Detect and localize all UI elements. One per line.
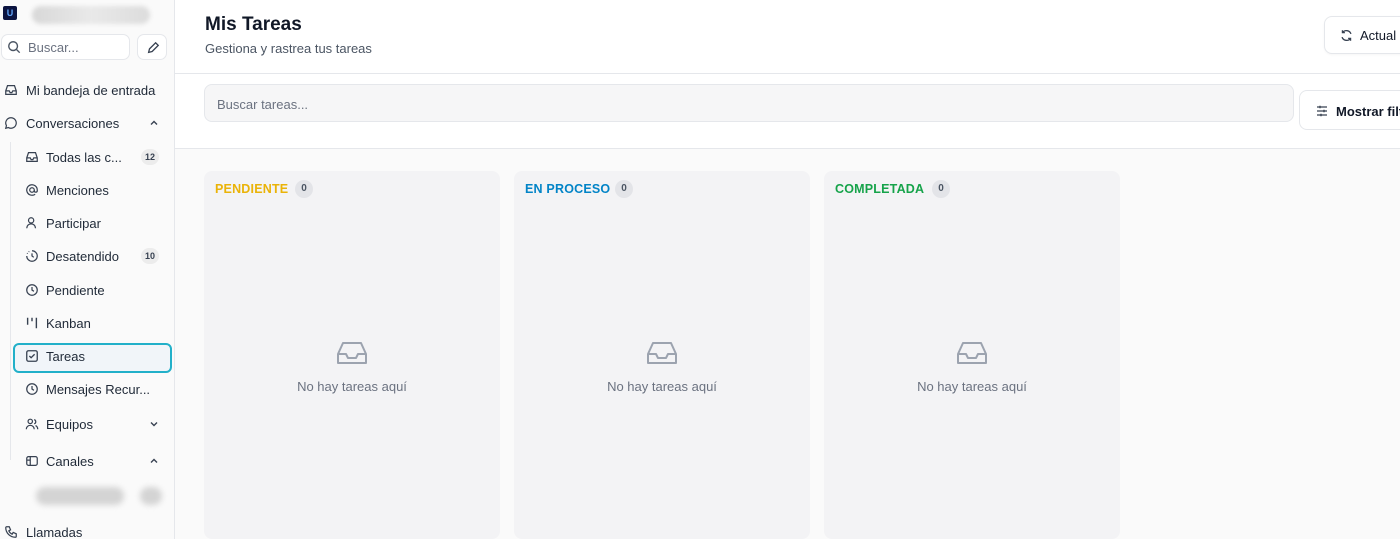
column-count-badge: 0: [295, 180, 313, 198]
chat-bubble-icon: [4, 117, 17, 130]
empty-inbox-icon: [337, 342, 367, 364]
chevron-up-icon[interactable]: [149, 118, 159, 128]
sidebar-item-label: Pendiente: [46, 283, 105, 298]
sidebar-item-mentions[interactable]: Menciones: [0, 176, 175, 204]
search-icon: [8, 41, 21, 54]
sidebar-search[interactable]: Buscar...: [1, 34, 130, 60]
sidebar-item-inbox[interactable]: Mi bandeja de entrada: [0, 76, 175, 104]
empty-state-text: No hay tareas aquí: [607, 379, 717, 394]
pencil-icon: [147, 41, 160, 54]
sidebar-item-label: Llamadas: [26, 525, 83, 539]
chevron-down-icon[interactable]: [149, 419, 159, 429]
count-badge: 10: [140, 248, 159, 264]
sidebar-item-label: Tareas: [46, 349, 86, 364]
column-count-badge: 0: [932, 180, 950, 198]
sidebar-search-input[interactable]: Buscar...: [28, 40, 79, 55]
show-filters-label: Mostrar filt: [1336, 104, 1400, 119]
compose-button[interactable]: [137, 34, 167, 60]
inbox-icon: [26, 152, 38, 162]
sidebar-item-calls[interactable]: Llamadas: [0, 518, 175, 539]
column-count-badge: 0: [615, 180, 633, 198]
refresh-button[interactable]: Actual: [1324, 16, 1400, 54]
sidebar-item-label: Conversaciones: [26, 116, 120, 131]
task-search-input[interactable]: Buscar tareas...: [204, 84, 1294, 122]
sidebar-item-conversations[interactable]: Conversaciones: [0, 109, 175, 137]
sidebar-item-participate[interactable]: Participar: [0, 209, 175, 237]
sidebar-item-label: Mensajes Recur...: [46, 382, 151, 397]
checkbox-icon: [26, 350, 38, 362]
sidebar: U Buscar... Mi bandeja de entrada Conver…: [0, 0, 175, 539]
empty-inbox-icon: [647, 342, 677, 364]
users-icon: [25, 418, 39, 430]
sidebar-item-all-conversations[interactable]: Todas las c... 12: [0, 143, 175, 171]
sidebar-item-label: Mi bandeja de entrada: [26, 83, 156, 98]
main-content: Mis Tareas Gestiona y rastrea tus tareas…: [175, 0, 1400, 539]
sidebar-item-pending[interactable]: Pendiente: [0, 276, 175, 304]
column-completed: COMPLETADA 0 No hay tareas aquí: [824, 171, 1120, 539]
page-subtitle: Gestiona y rastrea tus tareas: [205, 41, 372, 56]
empty-state-text: No hay tareas aquí: [917, 379, 1027, 394]
kanban-icon: [26, 317, 38, 329]
column-title: PENDIENTE: [215, 182, 289, 196]
sidebar-item-unattended[interactable]: Desatendido 10: [0, 242, 175, 270]
column-in-progress: EN PROCESO 0 No hay tareas aquí: [514, 171, 810, 539]
page-title: Mis Tareas: [205, 14, 302, 35]
sidebar-item-teams[interactable]: Equipos: [0, 410, 175, 438]
refresh-button-label: Actual: [1360, 28, 1397, 43]
user-icon: [26, 217, 37, 229]
filter-sliders-icon: [1317, 105, 1327, 117]
sidebar-item-label: Canales: [46, 454, 94, 469]
sidebar-item-label: Menciones: [46, 183, 109, 198]
header-divider: [175, 73, 1400, 74]
task-search-placeholder: Buscar tareas...: [217, 97, 309, 112]
app-logo[interactable]: U: [3, 6, 17, 20]
sidebar-item-label: Desatendido: [46, 249, 119, 264]
channels-icon: [26, 456, 38, 466]
refresh-icon: [1341, 30, 1352, 41]
empty-inbox-icon: [957, 342, 987, 364]
count-badge: 12: [140, 149, 159, 165]
empty-state-text: No hay tareas aquí: [297, 379, 407, 394]
sidebar-item-kanban[interactable]: Kanban: [0, 309, 175, 337]
sidebar-item-tasks[interactable]: Tareas: [0, 342, 175, 370]
at-icon: [26, 184, 38, 196]
sidebar-item-label: Equipos: [46, 417, 93, 432]
clock-icon: [26, 383, 38, 395]
sidebar-item-label: Todas las c...: [46, 150, 122, 165]
inbox-icon: [5, 85, 17, 95]
show-filters-button[interactable]: Mostrar filt: [1299, 90, 1400, 130]
column-pending: PENDIENTE 0 No hay tareas aquí: [204, 171, 500, 539]
column-title: EN PROCESO: [525, 182, 611, 196]
sidebar-item-label: Kanban: [46, 316, 91, 331]
clock-icon: [26, 284, 38, 296]
clock-dashed-icon: [26, 250, 38, 262]
channel-badge-blurred: [140, 487, 162, 505]
sidebar-item-recurring-messages[interactable]: Mensajes Recur...: [0, 375, 175, 403]
sidebar-item-label: Participar: [46, 216, 101, 231]
workspace-name-blurred[interactable]: [32, 6, 150, 24]
chevron-up-icon[interactable]: [149, 456, 159, 466]
column-title: COMPLETADA: [835, 182, 925, 196]
sidebar-item-channels[interactable]: Canales: [0, 447, 175, 475]
channel-item-blurred[interactable]: [36, 487, 124, 505]
phone-icon: [5, 526, 17, 538]
